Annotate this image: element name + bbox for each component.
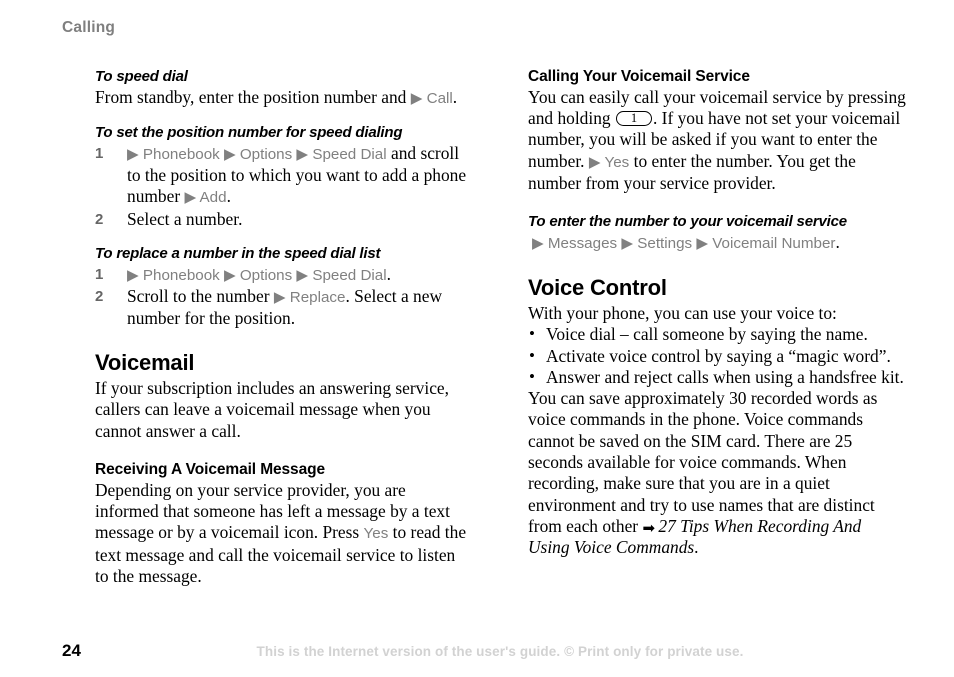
speed-dial-instruction: From standby, enter the position number …	[95, 87, 470, 109]
list-item: • Answer and reject calls when using a ha…	[528, 367, 906, 388]
step-number: 1	[95, 144, 104, 162]
ui-reference-path: ▶ Messages ▶ Settings ▶ Voicemail Number	[532, 234, 836, 252]
subsection-heading-receiving-voicemail: Receiving A Voicemail Message	[95, 460, 325, 478]
voice-control-text-part2: .	[694, 537, 699, 558]
list-item: 2 Select a number.	[95, 209, 470, 230]
voice-control-intro: With your phone, you can use your voice …	[528, 302, 837, 323]
voice-control-paragraph: You can save approximately 30 recorded w…	[528, 388, 906, 558]
section-heading-voicemail: Voicemail	[95, 350, 195, 376]
step-number: 2	[95, 210, 104, 228]
bullet-text: Activate voice control by saying a “magi…	[546, 345, 891, 366]
ui-reference-replace: ▶ Replace	[273, 288, 346, 306]
ui-reference-add: ▶ Add	[184, 189, 227, 207]
step-number: 1	[95, 265, 104, 283]
step-text: Select a number.	[127, 208, 243, 229]
subsection-heading-calling-voicemail: Calling Your Voicemail Service	[528, 68, 750, 85]
cross-reference-arrow-icon: ➡	[642, 518, 655, 537]
bullet-icon: •	[529, 324, 535, 344]
step-text-tail: .	[386, 263, 391, 284]
bullet-icon: •	[529, 345, 535, 365]
ui-reference-call: ▶ Call	[410, 89, 453, 107]
voicemail-intro-paragraph: If your subscription includes an answeri…	[95, 378, 449, 441]
steps-list-set-position: 1 ▶ Phonebook ▶ Options ▶ Speed Dial and …	[95, 143, 470, 230]
speed-dial-text-pre: From standby, enter the position number …	[95, 86, 411, 107]
ui-reference-path: ▶ Phonebook ▶ Options ▶ Speed Dial	[127, 145, 387, 163]
bullet-text: Answer and reject calls when using a han…	[546, 366, 904, 387]
list-item: • Voice dial – call someone by saying the…	[528, 324, 906, 345]
task-heading-speed-dial: To speed dial	[95, 68, 188, 85]
calling-voicemail-paragraph: You can easily call your voicemail servi…	[528, 87, 906, 194]
task-heading-replace-number: To replace a number in the speed dial li…	[95, 244, 381, 262]
document-page: Calling To speed dial From standby, ente…	[0, 0, 954, 677]
enter-number-instruction: ▶ Messages ▶ Settings ▶ Voicemail Number…	[528, 232, 906, 254]
keypad-key-1-icon: 1	[615, 111, 652, 127]
left-column: To speed dial From standby, enter the po…	[95, 68, 470, 587]
list-item: 1 ▶ Phonebook ▶ Options ▶ Speed Dial and …	[95, 143, 470, 209]
speed-dial-text-post: .	[452, 86, 458, 107]
voice-control-text-part1: You can save approximately 30 recorded w…	[528, 388, 878, 536]
ui-reference-path: ▶ Phonebook ▶ Options ▶ Speed Dial	[127, 266, 387, 284]
bullet-text: Voice dial – call someone by saying the …	[546, 324, 868, 345]
steps-list-replace-number: 1 ▶ Phonebook ▶ Options ▶ Speed Dial. 2 Sc…	[95, 264, 470, 330]
task-heading-enter-voicemail-number: To enter the number to your voicemail se…	[528, 213, 847, 231]
enter-number-text-tail: .	[835, 231, 840, 252]
running-header: Calling	[62, 19, 116, 36]
footer-watermark: This is the Internet version of the user…	[256, 644, 744, 659]
list-item: • Activate voice control by saying a “mag…	[528, 346, 906, 367]
page-footer: 24 This is the Internet version of the u…	[0, 641, 954, 663]
page-number: 24	[62, 641, 81, 660]
step-number: 2	[95, 287, 104, 305]
ui-reference-yes: Yes	[363, 525, 389, 543]
right-column: Calling Your Voicemail Service You can e…	[528, 68, 906, 558]
step-text-tail: .	[226, 186, 231, 207]
list-item: 1 ▶ Phonebook ▶ Options ▶ Speed Dial.	[95, 264, 470, 286]
voice-control-bullet-list: • Voice dial – call someone by saying the…	[528, 324, 906, 388]
step-text: Scroll to the number	[127, 285, 274, 306]
receiving-voicemail-paragraph: Depending on your service provider, you …	[95, 480, 470, 587]
task-heading-set-position: To set the position number for speed dia…	[95, 123, 403, 141]
section-heading-voice-control: Voice Control	[528, 275, 667, 301]
ui-reference-yes: ▶ Yes	[588, 153, 630, 171]
list-item: 2 Scroll to the number ▶ Replace. Select …	[95, 286, 470, 330]
bullet-icon: •	[529, 366, 535, 386]
